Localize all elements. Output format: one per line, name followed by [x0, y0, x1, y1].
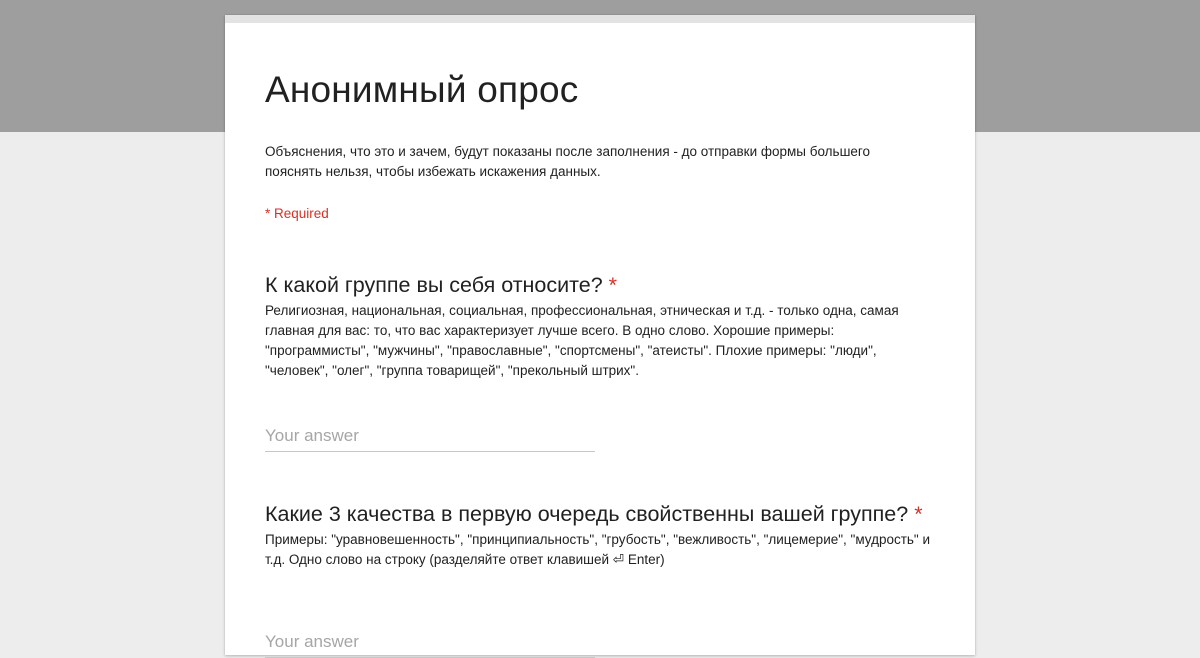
- required-note: * Required: [265, 206, 329, 221]
- form-title: Анонимный опрос: [265, 69, 579, 110]
- question-title-text: К какой группе вы себя относите?: [265, 273, 603, 297]
- question-group: К какой группе вы себя относите? * Религи…: [265, 270, 935, 381]
- card-top-accent: [225, 15, 975, 23]
- required-asterisk: *: [914, 502, 923, 526]
- form-card: Анонимный опрос Объяснения, что это и за…: [225, 15, 975, 658]
- form-description: Объяснения, что это и зачем, будут показ…: [265, 144, 871, 179]
- question-help-text: Религиозная, национальная, социальная, п…: [265, 303, 899, 378]
- question-qualities: Какие 3 качества в первую очередь свойст…: [265, 499, 935, 570]
- qualities-answer-input[interactable]: [265, 627, 595, 658]
- question-help-text: Примеры: "уравновешенность", "принципиал…: [265, 532, 931, 567]
- required-asterisk: *: [608, 273, 618, 297]
- question-title: К какой группе вы себя относите? *: [265, 270, 935, 300]
- group-answer-input[interactable]: [265, 421, 595, 452]
- question-title-text: Какие 3 качества в первую очередь свойст…: [265, 502, 909, 526]
- question-title: Какие 3 качества в первую очередь свойст…: [265, 499, 935, 529]
